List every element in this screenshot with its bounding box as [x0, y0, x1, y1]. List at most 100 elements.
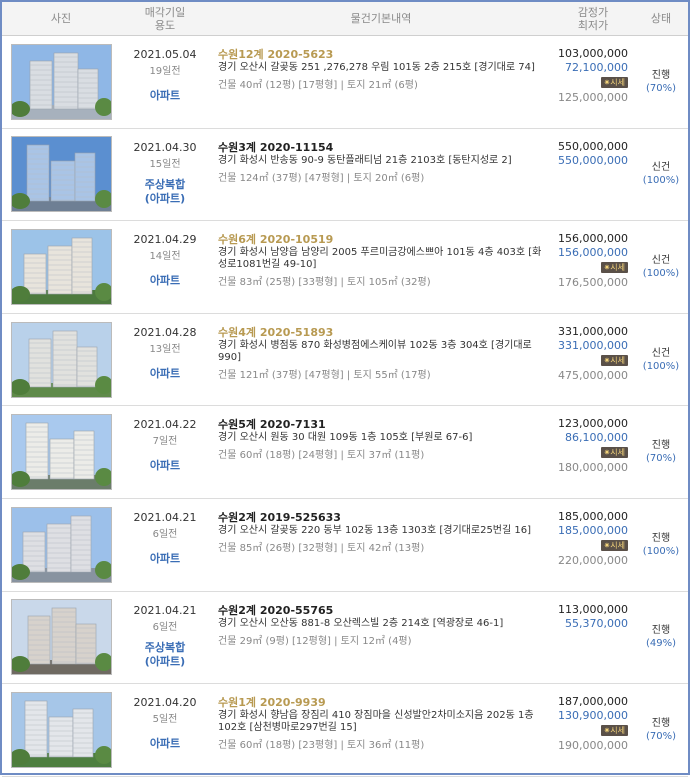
area-sizes: 건물 40㎡ (12평) [17평형] | 토지 21㎡ (6평) [218, 80, 418, 91]
sale-date: 2021.04.20 [133, 696, 197, 710]
status-percent: (100%) [642, 545, 680, 557]
sale-date: 2021.04.29 [133, 233, 197, 247]
appraisal-price: 103,000,000 [558, 47, 628, 60]
market-price: 176,500,000 [558, 276, 628, 290]
sale-date: 2021.04.22 [133, 418, 197, 432]
header-photo-label: 사진 [50, 12, 72, 25]
status-text: 진행 [651, 625, 671, 637]
price-cell: 187,000,000 130,900,000 ✷시세 190,000,000 [552, 684, 634, 776]
case-number-link[interactable]: 수원5계 2020-7131 [218, 418, 548, 432]
area-sizes: 건물 121㎡ (37평) [47평형] | 토지 55㎡ (17평) [218, 369, 431, 381]
market-badge-label: 시세 [610, 78, 625, 87]
property-photo[interactable] [10, 136, 112, 213]
case-number-link[interactable]: 수원2계 2019-525633 [218, 511, 548, 525]
table-row[interactable]: 2021.04.20 5일전 아파트 수원1계 2020-9939 경기 화성시 향남읍… [2, 684, 688, 777]
property-photo[interactable] [10, 691, 112, 768]
address: 경기 오산시 오산동 881-8 오산렉스빌 2층 214호 [역광장로 46-… [218, 617, 504, 629]
days-left: 6일전 [152, 528, 178, 540]
header-info: 물건기본내역 [210, 2, 552, 35]
info-cell: 수원3계 2020-11154 경기 화성시 반송동 90-9 동탄플래티넘 21… [210, 129, 552, 221]
area-sizes: 건물 60㎡ (18평) [23평형] | 토지 36㎡ (11평) [218, 740, 425, 752]
area-sizes: 건물 29㎡ (9평) [12평형] | 토지 12㎡ (4평) [218, 635, 412, 647]
date-use-cell: 2021.04.22 7일전 아파트 [120, 406, 210, 498]
header-price: 감정가 최저가 [552, 2, 634, 35]
property-use-link[interactable]: 아파트 [120, 89, 210, 103]
market-price-badge[interactable]: ✷시세 [600, 539, 628, 551]
market-price-badge[interactable]: ✷시세 [600, 725, 628, 737]
market-price-badge[interactable]: ✷시세 [600, 77, 628, 88]
date-use-cell: 2021.04.29 14일전 아파트 [120, 221, 210, 313]
market-badge-label: 시세 [610, 448, 625, 458]
case-number-link[interactable]: 수원2계 2020-55765 [218, 604, 548, 618]
property-use-link[interactable]: 주상복합 (아파트) [120, 641, 210, 669]
date-use-cell: 2021.04.28 13일전아파트 [120, 314, 210, 406]
days-left: 6일전 [152, 621, 178, 633]
table-row[interactable]: 2021.04.21 6일전 아파트 수원2계 2019-525633 경기 오산시 갈… [2, 499, 688, 592]
price-cell: 113,000,000 55,370,000 [552, 592, 634, 684]
market-price: 180,000,000 [558, 461, 628, 475]
photo-cell [2, 36, 120, 128]
property-photo[interactable] [10, 321, 112, 398]
table-row[interactable]: 2021.04.29 14일전 아파트 수원6계 2020-10519 경기 화성시 남… [2, 221, 688, 314]
status-cell: 진행 (49%) [634, 592, 688, 684]
table-row[interactable]: 2021.05.04 19일전아파트 수원12계 2020-5623 경기 오산시 갈… [2, 36, 688, 129]
status-text: 신건 [651, 254, 671, 266]
sale-date: 2021.04.28 [133, 325, 197, 339]
table-row[interactable]: 2021.04.21 6일전 주상복합 (아파트) 수원2계 2020-55765 경기… [2, 592, 688, 685]
minimum-price: 331,000,000 [558, 338, 628, 352]
sale-date: 2021.05.04 [133, 48, 197, 61]
case-number-link[interactable]: 수원1계 2020-9939 [218, 696, 548, 710]
area-sizes: 건물 85㎡ (26평) [32평형] | 토지 42㎡ (13평) [218, 542, 425, 554]
info-cell: 수원1계 2020-9939 경기 화성시 향남읍 장짐리 410 장짐마을 신성… [210, 684, 552, 776]
status-text: 진행 [651, 69, 671, 81]
status-text: 신건 [651, 347, 671, 359]
property-use-link[interactable]: 아파트 [120, 459, 210, 473]
minimum-price: 156,000,000 [558, 246, 628, 260]
auction-list: 2021.05.04 19일전아파트 수원12계 2020-5623 경기 오산시 갈… [2, 36, 688, 777]
days-left: 19일전 [149, 66, 181, 77]
property-use-link[interactable]: 아파트 [120, 552, 210, 566]
price-cell: 156,000,000 156,000,000 ✷시세 176,500,000 [552, 221, 634, 313]
table-row[interactable]: 2021.04.28 13일전 아파트 수원4계 2020-51893 경기 화성시 병… [2, 314, 688, 407]
photo-cell [2, 314, 120, 406]
status-percent: (70%) [645, 730, 677, 742]
minimum-price: 130,900,000 [558, 709, 628, 723]
property-use-link[interactable]: 아파트 [120, 737, 210, 751]
market-price-badge[interactable]: ✷시세 [600, 262, 628, 274]
status-text: 진행 [651, 532, 671, 544]
minimum-price: 72,100,000 [565, 61, 628, 74]
photo-cell [2, 499, 120, 591]
table-row[interactable]: 2021.04.30 15일전 주상복합 (아파트) 수원3계 2020-11154 경… [2, 129, 688, 222]
case-number-link[interactable]: 수원4계 2020-51893 [218, 326, 548, 340]
table-row[interactable]: 2021.04.22 7일전 아파트 수원5계 2020-7131 경기 오산시 원동 … [2, 406, 688, 499]
property-use-link[interactable]: 주상복합 (아파트) [120, 178, 210, 206]
header-date-use: 매각기일 용도 [120, 2, 210, 35]
address: 경기 화성시 남양읍 남양리 2005 푸르미금강에스쁘아 101동 4층 40… [218, 247, 542, 271]
property-photo[interactable] [10, 506, 112, 583]
appraisal-price: 331,000,000 [558, 324, 628, 338]
photo-cell [2, 406, 120, 498]
address: 경기 화성시 향남읍 장짐리 410 장짐마을 신성발안2차미소지음 202동 … [218, 710, 534, 734]
status-cell: 진행 (70%) [634, 684, 688, 776]
status-cell: 진행 (70%) [634, 406, 688, 498]
case-number-link[interactable]: 수원6계 2020-10519 [218, 233, 548, 247]
status-percent: (100%) [642, 267, 680, 279]
property-photo[interactable] [10, 414, 112, 491]
area-sizes: 건물 124㎡ (37평) [47평형] | 토지 20㎡ (6평) [218, 172, 425, 184]
address: 경기 오산시 갈곶동 251 ,276,278 우림 101동 2층 215호 … [218, 62, 535, 73]
market-price-badge[interactable]: ✷시세 [600, 447, 628, 459]
days-left: 13일전 [149, 343, 181, 355]
market-price-badge[interactable]: ✷시세 [600, 354, 628, 366]
appraisal-price: 156,000,000 [558, 232, 628, 246]
property-use-link[interactable]: 아파트 [120, 367, 210, 381]
address: 경기 화성시 반송동 90-9 동탄플래티넘 21층 2103호 [동탄지성로 … [218, 154, 512, 166]
property-photo[interactable] [10, 599, 112, 676]
minimum-price: 86,100,000 [565, 431, 628, 445]
property-photo[interactable] [10, 228, 112, 305]
appraisal-price: 123,000,000 [558, 417, 628, 431]
case-number-link[interactable]: 수원3계 2020-11154 [218, 141, 548, 155]
case-number-link[interactable]: 수원12계 2020-5623 [218, 48, 548, 62]
property-photo[interactable] [10, 43, 112, 120]
property-use-link[interactable]: 아파트 [120, 274, 210, 288]
date-use-cell: 2021.04.21 6일전 아파트 [120, 499, 210, 591]
